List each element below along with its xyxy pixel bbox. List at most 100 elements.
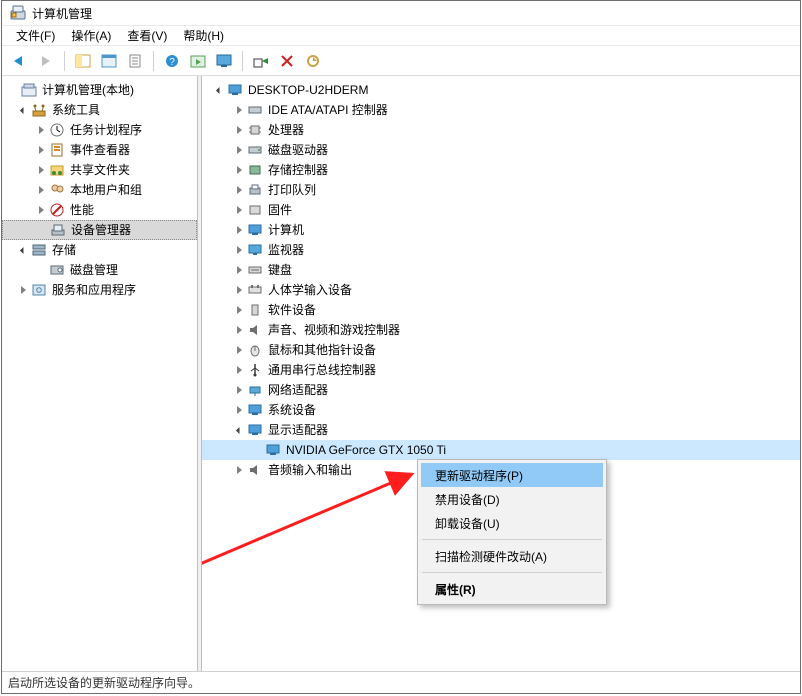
scopetree-disk-management[interactable]: 磁盘管理 xyxy=(2,260,197,280)
device-computer[interactable]: 计算机 xyxy=(202,220,800,240)
menu-file[interactable]: 文件(F) xyxy=(10,25,61,46)
scopetree-services-apps[interactable]: 服务和应用程序 xyxy=(2,280,197,300)
menu-action[interactable]: 操作(A) xyxy=(65,25,117,46)
expander-icon[interactable] xyxy=(232,146,246,154)
expander-icon[interactable] xyxy=(232,206,246,214)
monitor-icon xyxy=(246,242,264,258)
shared-folder-icon xyxy=(48,162,66,178)
titlebar[interactable]: 计算机管理 xyxy=(2,1,800,26)
device-system[interactable]: 系统设备 xyxy=(202,400,800,420)
device-sound[interactable]: 声音、视频和游戏控制器 xyxy=(202,320,800,340)
expander-icon[interactable] xyxy=(232,386,246,394)
scopetree[interactable]: 计算机管理(本地) 系统工具 任务计划程序 事件查看器 共享文件夹 xyxy=(2,76,198,671)
storage-icon xyxy=(30,242,48,258)
device-keyboard[interactable]: 键盘 xyxy=(202,260,800,280)
scopetree-local-users[interactable]: 本地用户和组 xyxy=(2,180,197,200)
toolbar-back-button[interactable] xyxy=(8,49,32,73)
expander-icon[interactable] xyxy=(232,306,246,314)
expander-icon[interactable] xyxy=(232,126,246,134)
expander-icon[interactable] xyxy=(34,146,48,154)
device-storage-ctrl[interactable]: 存储控制器 xyxy=(202,160,800,180)
users-icon xyxy=(48,182,66,198)
scopetree-shared-folders[interactable]: 共享文件夹 xyxy=(2,160,197,180)
scopetree-system-tools[interactable]: 系统工具 xyxy=(2,100,197,120)
hid-icon xyxy=(246,282,264,298)
drive-icon xyxy=(246,142,264,158)
event-icon xyxy=(48,142,66,158)
scopetree-device-manager[interactable]: 设备管理器 xyxy=(2,220,197,240)
toolbar-scan-button[interactable] xyxy=(249,49,273,73)
ctx-disable-device[interactable]: 禁用设备(D) xyxy=(421,487,603,511)
toolbar-forward-button[interactable] xyxy=(34,49,58,73)
scopetree-performance[interactable]: 性能 xyxy=(2,200,197,220)
expander-icon[interactable] xyxy=(232,166,246,174)
expander-icon[interactable] xyxy=(232,428,246,433)
toolbar-display-button[interactable] xyxy=(212,49,236,73)
device-tree[interactable]: DESKTOP-U2HDERM IDE ATA/ATAPI 控制器 处理器 磁盘… xyxy=(202,76,800,671)
device-ide[interactable]: IDE ATA/ATAPI 控制器 xyxy=(202,100,800,120)
mmc-root-icon xyxy=(20,82,38,98)
printer-icon xyxy=(246,182,264,198)
mmc-window: 计算机管理 文件(F) 操作(A) 查看(V) 帮助(H) ? 计算机管理(本地… xyxy=(1,0,801,694)
clock-icon xyxy=(48,122,66,138)
expander-icon[interactable] xyxy=(232,286,246,294)
device-disk-drives[interactable]: 磁盘驱动器 xyxy=(202,140,800,160)
device-host[interactable]: DESKTOP-U2HDERM xyxy=(202,80,800,100)
toolbar-extra1-button[interactable] xyxy=(186,49,210,73)
toolbar-uninstall-button[interactable] xyxy=(275,49,299,73)
device-firmware[interactable]: 固件 xyxy=(202,200,800,220)
ctx-uninstall-device[interactable]: 卸载设备(U) xyxy=(421,511,603,535)
device-usb[interactable]: 通用串行总线控制器 xyxy=(202,360,800,380)
device-network[interactable]: 网络适配器 xyxy=(202,380,800,400)
device-print-queues[interactable]: 打印队列 xyxy=(202,180,800,200)
device-mouse[interactable]: 鼠标和其他指针设备 xyxy=(202,340,800,360)
expander-icon[interactable] xyxy=(212,88,226,93)
toolbar-update-button[interactable] xyxy=(301,49,325,73)
expander-icon[interactable] xyxy=(34,166,48,174)
expander-icon[interactable] xyxy=(34,126,48,134)
system-device-icon xyxy=(246,402,264,418)
ctx-update-driver[interactable]: 更新驱动程序(P) xyxy=(421,463,603,487)
ctx-scan-hardware[interactable]: 扫描检测硬件改动(A) xyxy=(421,544,603,568)
expander-icon[interactable] xyxy=(16,248,30,253)
expander-icon[interactable] xyxy=(232,466,246,474)
expander-icon[interactable] xyxy=(232,366,246,374)
mmc-icon xyxy=(10,5,26,21)
ctx-properties[interactable]: 属性(R) xyxy=(421,577,603,601)
services-icon xyxy=(30,282,48,298)
expander-icon[interactable] xyxy=(232,266,246,274)
toolbar-export-button[interactable] xyxy=(123,49,147,73)
expander-icon[interactable] xyxy=(232,106,246,114)
device-hid[interactable]: 人体学输入设备 xyxy=(202,280,800,300)
expander-icon[interactable] xyxy=(34,206,48,214)
expander-icon[interactable] xyxy=(16,286,30,294)
scopetree-task-scheduler[interactable]: 任务计划程序 xyxy=(2,120,197,140)
device-cpu[interactable]: 处理器 xyxy=(202,120,800,140)
device-monitor[interactable]: 监视器 xyxy=(202,240,800,260)
scopetree-event-viewer[interactable]: 事件查看器 xyxy=(2,140,197,160)
expander-icon[interactable] xyxy=(16,108,30,113)
device-gpu-nvidia[interactable]: NVIDIA GeForce GTX 1050 Ti xyxy=(202,440,800,460)
expander-icon[interactable] xyxy=(232,226,246,234)
scopetree-storage[interactable]: 存储 xyxy=(2,240,197,260)
tools-icon xyxy=(30,102,48,118)
mouse-icon xyxy=(246,342,264,358)
toolbar-properties-button[interactable] xyxy=(97,49,121,73)
computer-icon xyxy=(226,82,244,98)
expander-icon[interactable] xyxy=(232,326,246,334)
toolbar-show-hide-button[interactable] xyxy=(71,49,95,73)
expander-icon[interactable] xyxy=(232,246,246,254)
device-software[interactable]: 软件设备 xyxy=(202,300,800,320)
ctx-separator xyxy=(422,572,602,573)
toolbar-help-button[interactable]: ? xyxy=(160,49,184,73)
expander-icon[interactable] xyxy=(34,186,48,194)
expander-icon[interactable] xyxy=(232,346,246,354)
expander-icon[interactable] xyxy=(232,186,246,194)
content-area: 计算机管理(本地) 系统工具 任务计划程序 事件查看器 共享文件夹 xyxy=(2,76,800,671)
expander-icon[interactable] xyxy=(232,406,246,414)
device-display-adapters[interactable]: 显示适配器 xyxy=(202,420,800,440)
menu-view[interactable]: 查看(V) xyxy=(121,25,173,46)
context-menu: 更新驱动程序(P) 禁用设备(D) 卸载设备(U) 扫描检测硬件改动(A) 属性… xyxy=(417,459,607,605)
scopetree-root[interactable]: 计算机管理(本地) xyxy=(2,80,197,100)
menu-help[interactable]: 帮助(H) xyxy=(177,25,230,46)
